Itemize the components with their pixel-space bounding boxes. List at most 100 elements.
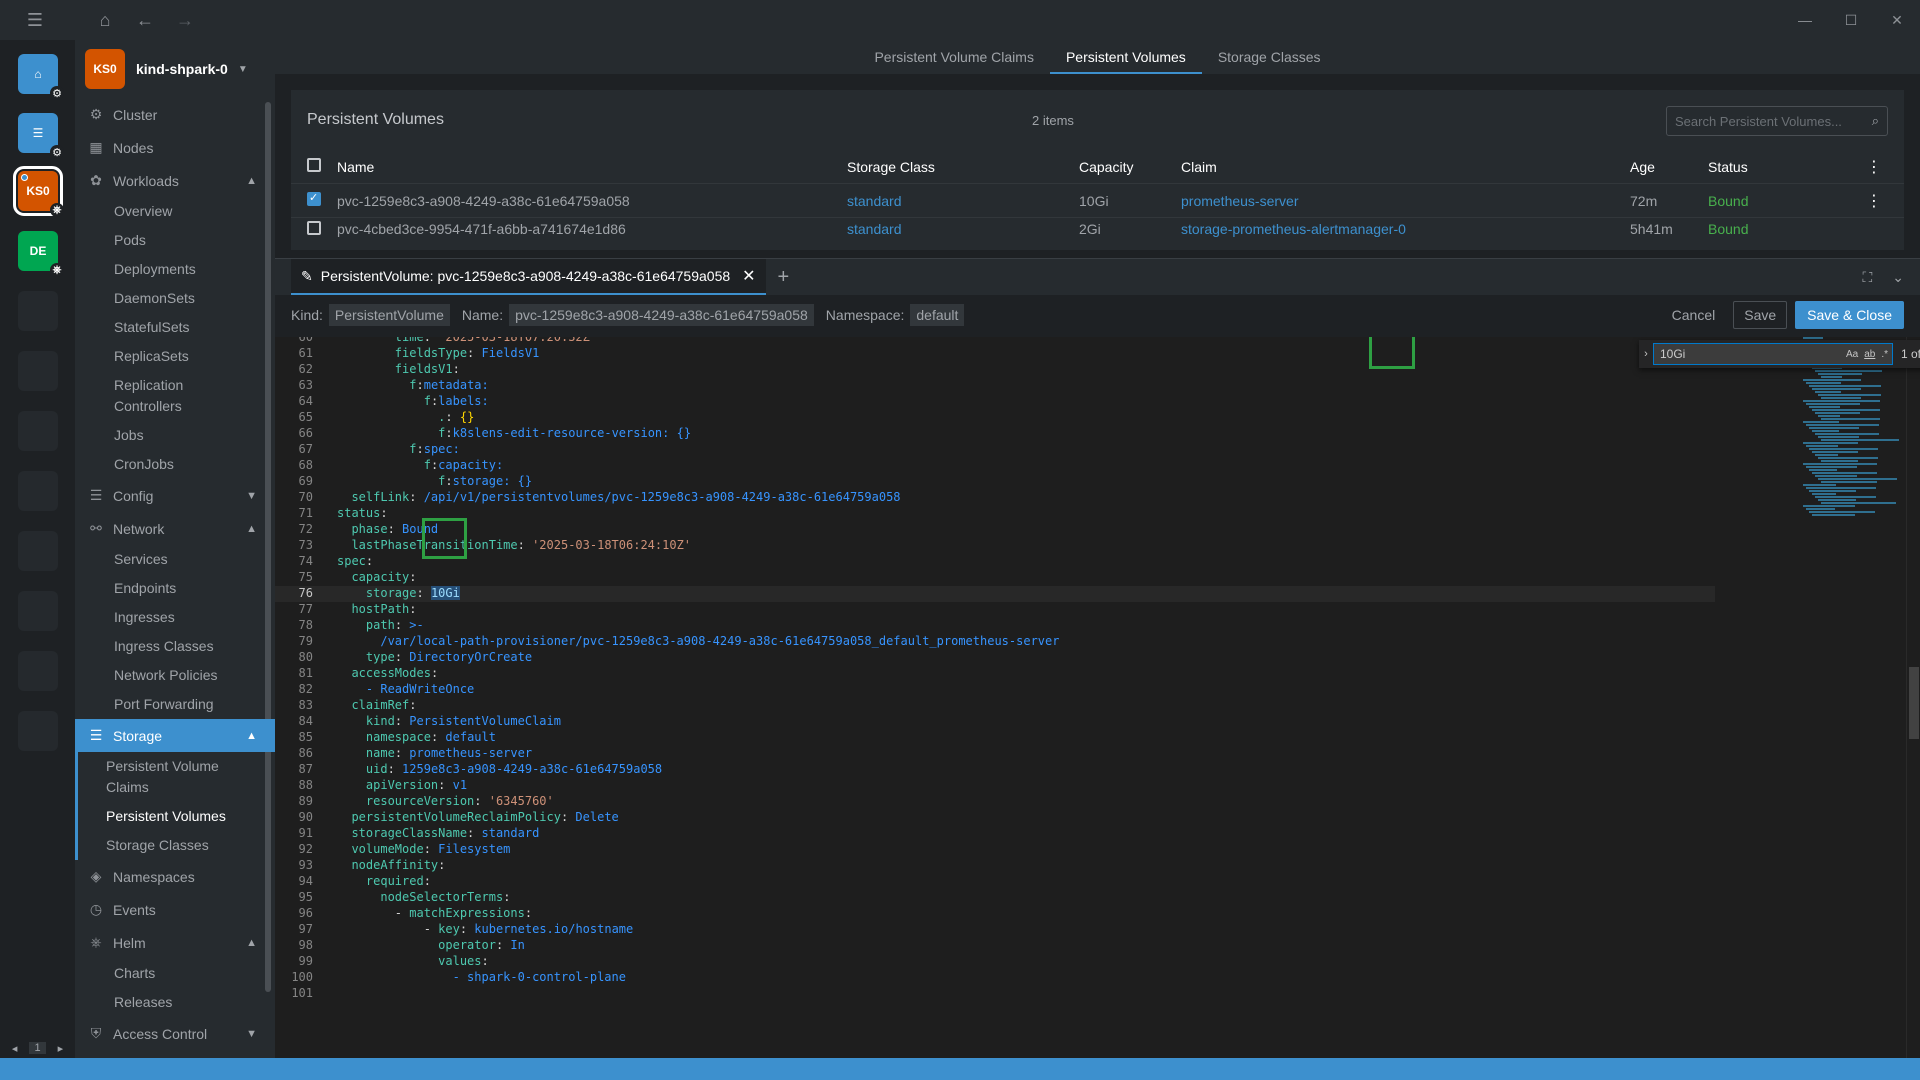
row-menu-icon[interactable]: ⋮ — [1866, 191, 1882, 211]
hotbar-empty-slot[interactable] — [18, 651, 58, 691]
row-storage-class-link[interactable]: standard — [847, 193, 901, 209]
home-icon[interactable]: ⌂ — [85, 0, 125, 40]
row-claim-link[interactable]: prometheus-server — [1181, 193, 1299, 209]
sidebar-item-releases[interactable]: Releases — [75, 988, 275, 1017]
column-storage-class[interactable]: Storage Class — [847, 159, 935, 175]
sidebar-item-persistent-volumes[interactable]: Persistent Volumes — [78, 802, 275, 831]
sidebar-item-storage[interactable]: ☰ Storage ▲ — [75, 719, 275, 752]
code-line[interactable]: 95 nodeSelectorTerms: — [275, 890, 1715, 906]
sidebar-item-deployments[interactable]: Deployments — [75, 255, 275, 284]
tab-storage-classes[interactable]: Storage Classes — [1202, 40, 1337, 74]
fullscreen-icon[interactable]: ⛶ — [1862, 269, 1872, 286]
column-claim[interactable]: Claim — [1181, 159, 1217, 175]
code-line[interactable]: 60 time: '2025-03-18T07:20:32Z' — [275, 337, 1715, 346]
sidebar-item-pods[interactable]: Pods — [75, 226, 275, 255]
sidebar-scrollbar[interactable] — [265, 102, 271, 992]
code-line[interactable]: 73 lastPhaseTransitionTime: '2025-03-18T… — [275, 538, 1715, 554]
column-age[interactable]: Age — [1630, 159, 1655, 175]
pager-next-icon[interactable]: ▸ — [58, 1042, 64, 1055]
code-line[interactable]: 100 - shpark-0-control-plane — [275, 970, 1715, 986]
row-claim-link[interactable]: storage-prometheus-alertmanager-0 — [1181, 221, 1406, 237]
code-line[interactable]: 64 f:labels: — [275, 394, 1715, 410]
code-line[interactable]: 79 /var/local-path-provisioner/pvc-1259e… — [275, 634, 1715, 650]
editor-scrollbar[interactable] — [1906, 337, 1920, 1059]
sidebar-item-network[interactable]: ⚯ Network ▲ — [75, 512, 275, 545]
save-and-close-button[interactable]: Save & Close — [1795, 301, 1904, 329]
regex-icon[interactable]: .* — [1881, 349, 1888, 360]
sidebar-item-workloads[interactable]: ✿ Workloads ▲ — [75, 164, 275, 197]
code-line[interactable]: 84 kind: PersistentVolumeClaim — [275, 714, 1715, 730]
sidebar-item-services[interactable]: Services — [75, 545, 275, 574]
close-window-icon[interactable]: ✕ — [1874, 0, 1920, 40]
code-line[interactable]: 92 volumeMode: Filesystem — [275, 842, 1715, 858]
sidebar-item-port-forwarding[interactable]: Port Forwarding — [75, 690, 275, 719]
column-menu-icon[interactable]: ⋮ — [1866, 157, 1882, 177]
code-line[interactable]: 98 operator: In — [275, 938, 1715, 954]
column-status[interactable]: Status — [1708, 159, 1748, 175]
row-storage-class-link[interactable]: standard — [847, 221, 901, 237]
code-line[interactable]: 101 — [275, 986, 1715, 1002]
sidebar-item-persistent-volume-claims[interactable]: Persistent Volume Claims — [78, 752, 248, 802]
sidebar-item-jobs[interactable]: Jobs — [75, 421, 275, 450]
close-icon[interactable]: ✕ — [742, 266, 755, 286]
column-capacity[interactable]: Capacity — [1079, 159, 1133, 175]
sidebar-item-endpoints[interactable]: Endpoints — [75, 574, 275, 603]
code-line[interactable]: 99 values: — [275, 954, 1715, 970]
code-line[interactable]: 61 fieldsType: FieldsV1 — [275, 346, 1715, 362]
code-line[interactable]: 96 - matchExpressions: — [275, 906, 1715, 922]
code-line[interactable]: 70 selfLink: /api/v1/persistentvolumes/p… — [275, 490, 1715, 506]
code-line[interactable]: 68 f:capacity: — [275, 458, 1715, 474]
row-checkbox[interactable] — [307, 191, 321, 206]
whole-word-icon[interactable]: ab — [1864, 349, 1875, 360]
sidebar-item-config[interactable]: ☰ Config ▼ — [75, 479, 275, 512]
code-line[interactable]: 69 f:storage: {} — [275, 474, 1715, 490]
sidebar-item-replicasets[interactable]: ReplicaSets — [75, 342, 275, 371]
tab-persistent-volume-claims[interactable]: Persistent Volume Claims — [858, 40, 1050, 74]
code-line[interactable]: 71 status: — [275, 506, 1715, 522]
cancel-button[interactable]: Cancel — [1662, 302, 1726, 328]
code-line[interactable]: 91 storageClassName: standard — [275, 826, 1715, 842]
back-arrow-icon[interactable]: ← — [125, 0, 165, 40]
select-all-checkbox[interactable] — [307, 158, 321, 172]
code-line[interactable]: 88 apiVersion: v1 — [275, 778, 1715, 794]
code-line[interactable]: 62 fieldsV1: — [275, 362, 1715, 378]
search-input[interactable]: Search Persistent Volumes... ⌕ — [1666, 106, 1888, 136]
code-line[interactable]: 81 accessModes: — [275, 666, 1715, 682]
code-line[interactable]: 63 f:metadata: — [275, 378, 1715, 394]
code-line[interactable]: 76 storage: 10Gi — [275, 586, 1715, 602]
code-line[interactable]: 82 - ReadWriteOnce — [275, 682, 1715, 698]
hotbar-home[interactable]: ⌂ ⚙ — [18, 54, 64, 100]
code-line[interactable]: 80 type: DirectoryOrCreate — [275, 650, 1715, 666]
dock-tab-edit-resource[interactable]: ✎ PersistentVolume: pvc-1259e8c3-a908-42… — [291, 259, 766, 295]
minimize-icon[interactable]: — — [1782, 0, 1828, 40]
sidebar-item-replication-controllers[interactable]: Replication Controllers — [75, 371, 205, 421]
code-line[interactable]: 89 resourceVersion: '6345760' — [275, 794, 1715, 810]
chevron-down-icon[interactable]: ⌄ — [1892, 269, 1904, 286]
hotbar-empty-slot[interactable] — [18, 291, 58, 331]
menu-icon[interactable]: ☰ — [0, 0, 70, 40]
code-line[interactable]: 78 path: >- — [275, 618, 1715, 634]
table-row[interactable]: pvc-1259e8c3-a908-4249-a38c-61e64759a058… — [291, 184, 1904, 218]
pager-prev-icon[interactable]: ◂ — [12, 1042, 18, 1055]
find-input[interactable]: 10Gi Aa ab .* — [1653, 343, 1893, 365]
sidebar-item-namespaces[interactable]: ◈ Namespaces — [75, 860, 275, 893]
code-line[interactable]: 77 hostPath: — [275, 602, 1715, 618]
yaml-editor[interactable]: 101 100 - shpark-0-control-plane 99 values… — [275, 337, 1920, 1059]
sidebar-item-cronjobs[interactable]: CronJobs — [75, 450, 275, 479]
hotbar-empty-slot[interactable] — [18, 351, 58, 391]
sidebar-item-access-control[interactable]: ⛨ Access Control ▼ — [75, 1017, 275, 1050]
column-name[interactable]: Name — [337, 159, 374, 175]
hotbar-empty-slot[interactable] — [18, 531, 58, 571]
save-button[interactable]: Save — [1733, 301, 1788, 329]
code-line[interactable]: 75 capacity: — [275, 570, 1715, 586]
cluster-header[interactable]: KS0 kind-shpark-0 ▼ — [75, 40, 275, 98]
hotbar-cluster-de[interactable]: DE ⎈ — [18, 231, 64, 277]
sidebar-item-ingress-classes[interactable]: Ingress Classes — [75, 632, 275, 661]
code-line[interactable]: 90 persistentVolumeReclaimPolicy: Delete — [275, 810, 1715, 826]
code-line[interactable]: 85 namespace: default — [275, 730, 1715, 746]
maximize-icon[interactable]: ☐ — [1828, 0, 1874, 40]
sidebar-item-daemonsets[interactable]: DaemonSets — [75, 284, 275, 313]
sidebar-item-network-policies[interactable]: Network Policies — [75, 661, 275, 690]
hotbar-empty-slot[interactable] — [18, 471, 58, 511]
table-row[interactable]: pvc-4cbed3ce-9954-471f-a6bb-a741674e1d86… — [291, 218, 1904, 240]
